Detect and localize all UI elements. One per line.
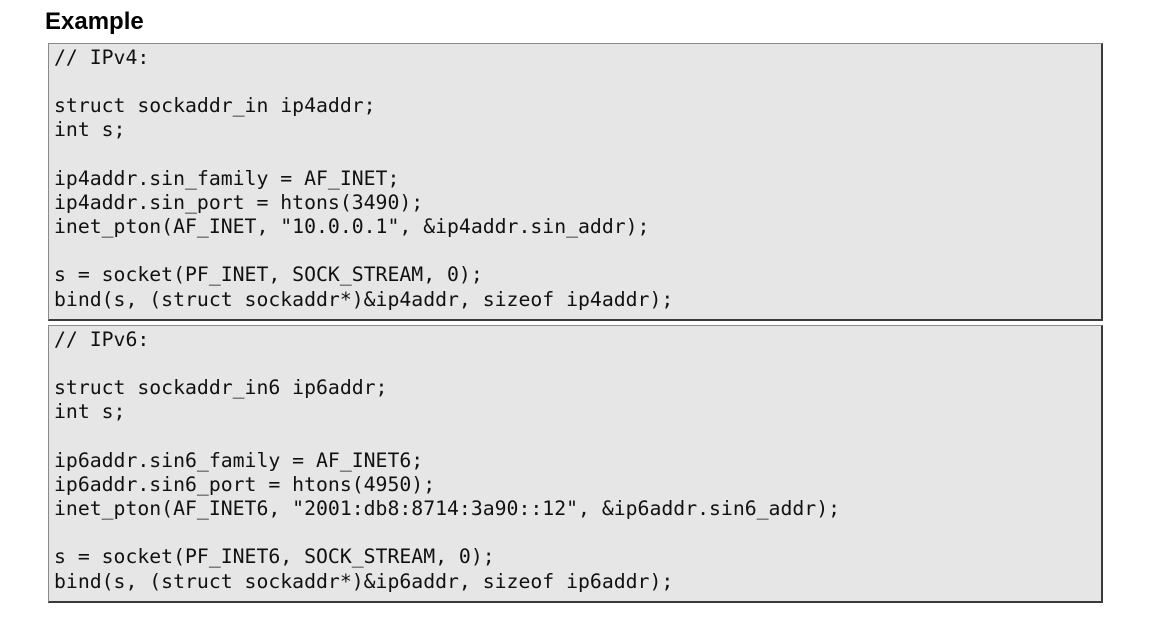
code-block-ipv6: // IPv6: struct sockaddr_in6 ip6addr; in… bbox=[48, 325, 1103, 603]
code-block-ipv4: // IPv4: struct sockaddr_in ip4addr; int… bbox=[48, 43, 1103, 321]
code-text-ipv4: // IPv4: struct sockaddr_in ip4addr; int… bbox=[54, 46, 674, 311]
code-text-ipv6: // IPv6: struct sockaddr_in6 ip6addr; in… bbox=[54, 328, 841, 593]
section-heading-example: Example bbox=[45, 8, 144, 35]
